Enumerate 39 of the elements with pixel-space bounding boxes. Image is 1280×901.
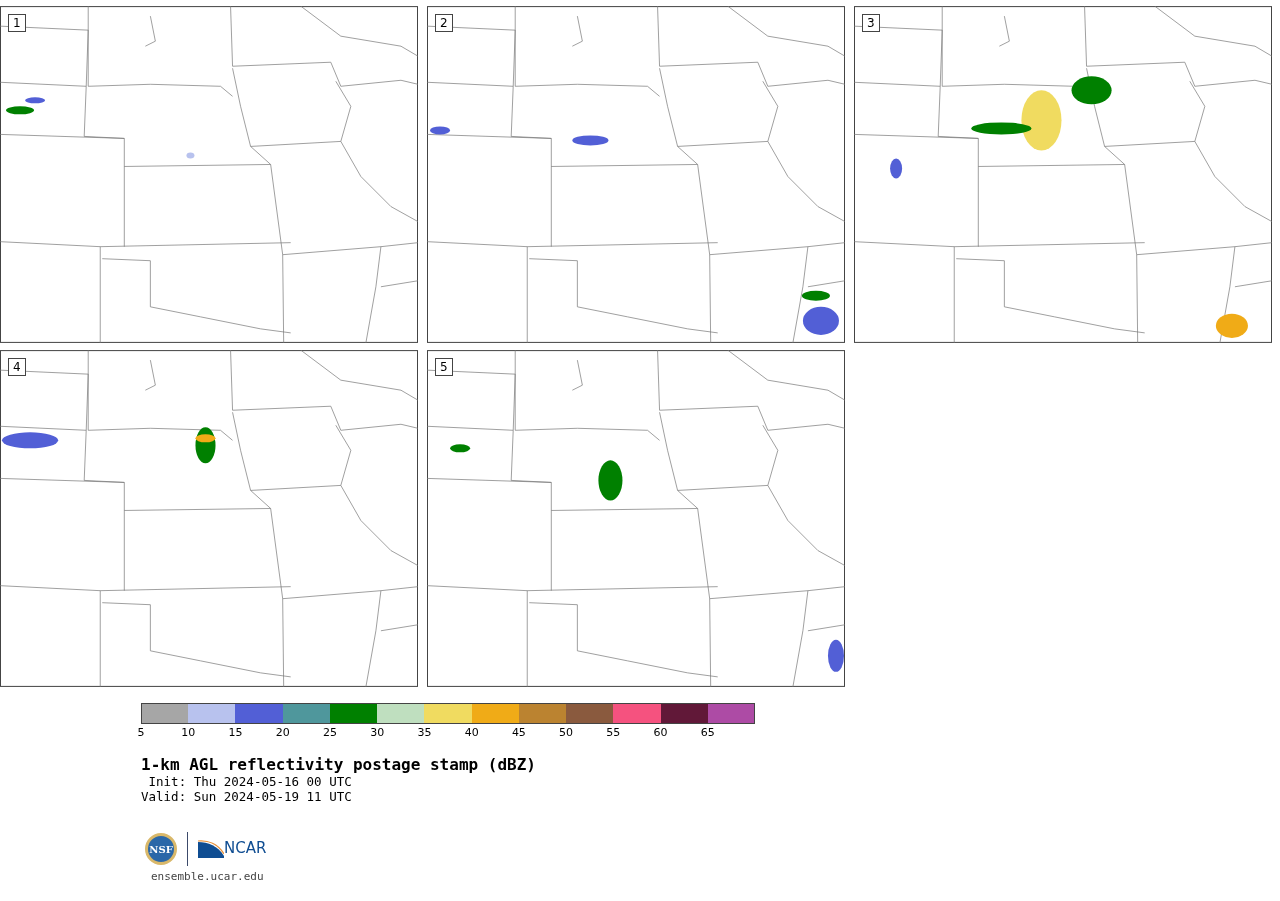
tick-label: 65	[700, 726, 715, 739]
ncar-logo: NCAR	[224, 839, 267, 857]
radar-echo	[1215, 313, 1248, 338]
nsf-logo: NSF	[145, 833, 177, 865]
radar-echo	[802, 306, 839, 335]
init-time: Init: Thu 2024-05-16 00 UTC	[147, 774, 353, 789]
tick-label: 40	[464, 726, 479, 739]
tick-label: 15	[228, 726, 243, 739]
tick-label: 50	[559, 726, 574, 739]
panel-number: 4	[8, 358, 26, 376]
panel-number: 2	[435, 14, 453, 32]
panel-number: 1	[8, 14, 26, 32]
tick-label: 10	[181, 726, 196, 739]
panel-number: 3	[862, 14, 880, 32]
tick-label: 60	[653, 726, 668, 739]
radar-echo	[827, 639, 844, 672]
radar-echo	[2, 432, 59, 449]
tick-label: 30	[370, 726, 385, 739]
swoosh-icon	[198, 840, 224, 858]
radar-echo	[6, 106, 35, 115]
tick-label: 25	[322, 726, 337, 739]
radar-echo	[430, 126, 451, 135]
radar-echo	[598, 460, 623, 501]
chart-title: 1-km AGL reflectivity postage stamp (dBZ)	[141, 755, 537, 774]
radar-echo	[186, 152, 195, 159]
radar-echo	[450, 444, 471, 453]
tick-label: 5	[137, 726, 145, 739]
radar-echo	[890, 158, 903, 179]
site-url: ensemble.ucar.edu	[151, 870, 265, 883]
radar-echo	[572, 135, 609, 146]
tick-label: 55	[606, 726, 621, 739]
radar-echo	[25, 97, 46, 104]
valid-time: Valid: Sun 2024-05-19 11 UTC	[141, 789, 353, 804]
tick-label: 35	[417, 726, 432, 739]
tick-label: 45	[511, 726, 526, 739]
panel-number: 5	[435, 358, 453, 376]
tick-label: 20	[275, 726, 290, 739]
radar-echo	[801, 290, 830, 301]
radar-echo	[1071, 76, 1112, 105]
